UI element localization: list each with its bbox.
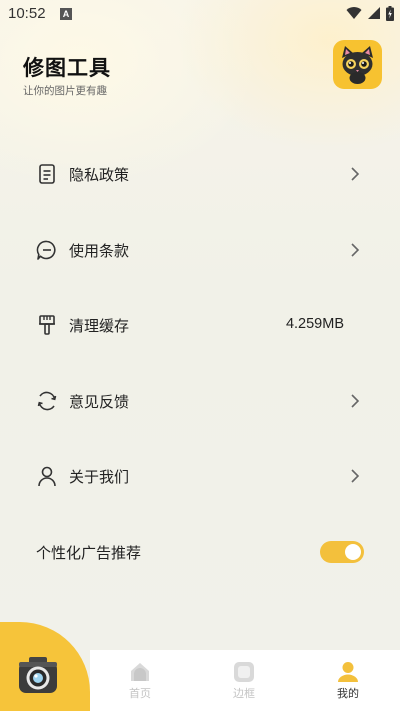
settings-menu: 隐私政策 使用条款 清理缓存 4.259MB 意见反馈 关于我们 (0, 137, 400, 515)
bottom-tab-bar: 首页 边框 我的 (90, 650, 400, 711)
status-bar: 10:52 A (0, 0, 400, 28)
tab-frame[interactable]: 边框 (199, 650, 289, 711)
profile-icon (338, 662, 358, 682)
menu-item-privacy-policy[interactable]: 隐私政策 (0, 137, 400, 213)
settings-screen: 10:52 A 修图工具 让你的图片更有趣 隐私政策 使用条款 清理缓存 4.2… (0, 0, 400, 711)
notification-a-icon: A (60, 8, 72, 20)
person-icon (38, 466, 56, 487)
tab-label: 边框 (233, 687, 255, 700)
battery-icon (386, 5, 394, 21)
menu-item-feedback[interactable]: 意见反馈 (0, 364, 400, 440)
menu-item-about-us[interactable]: 关于我们 (0, 439, 400, 515)
frame-icon (234, 662, 254, 682)
chevron-right-icon (351, 393, 360, 408)
menu-item-terms-of-use[interactable]: 使用条款 (0, 213, 400, 289)
menu-item-label: 关于我们 (69, 468, 130, 486)
cache-size-value: 4.259MB (285, 316, 344, 332)
status-time: 10:52 (8, 5, 46, 22)
chevron-right-icon (351, 242, 360, 257)
toggle-knob (345, 544, 361, 560)
tab-home[interactable]: 首页 (95, 650, 185, 711)
menu-item-clear-cache[interactable]: 清理缓存 4.259MB (0, 288, 400, 364)
tab-mine[interactable]: 我的 (303, 650, 393, 711)
tab-label: 首页 (129, 687, 151, 700)
tab-label: 我的 (337, 687, 359, 700)
personalized-ad-row: 个性化广告推荐 (0, 528, 400, 576)
app-avatar[interactable] (333, 40, 382, 89)
cat-mascot-icon (342, 46, 373, 84)
chat-bubble-icon (36, 240, 56, 260)
page-subtitle: 让你的图片更有趣 (23, 85, 107, 97)
camera-icon[interactable] (17, 654, 59, 696)
refresh-icon (37, 391, 57, 410)
personalized-ad-label: 个性化广告推荐 (36, 544, 142, 562)
status-indicators (346, 5, 394, 21)
chevron-right-icon (351, 469, 360, 483)
menu-item-label: 清理缓存 (69, 317, 130, 335)
menu-item-label: 隐私政策 (69, 166, 130, 184)
personalized-ad-toggle[interactable] (320, 541, 364, 563)
page-title: 修图工具 (23, 56, 111, 80)
wifi-icon (346, 7, 362, 20)
brush-icon (39, 315, 55, 335)
menu-item-label: 使用条款 (69, 241, 130, 260)
document-icon (39, 164, 55, 184)
menu-item-label: 意见反馈 (69, 392, 130, 411)
signal-icon (368, 7, 380, 19)
chevron-right-icon (351, 167, 360, 181)
home-icon (131, 663, 149, 681)
